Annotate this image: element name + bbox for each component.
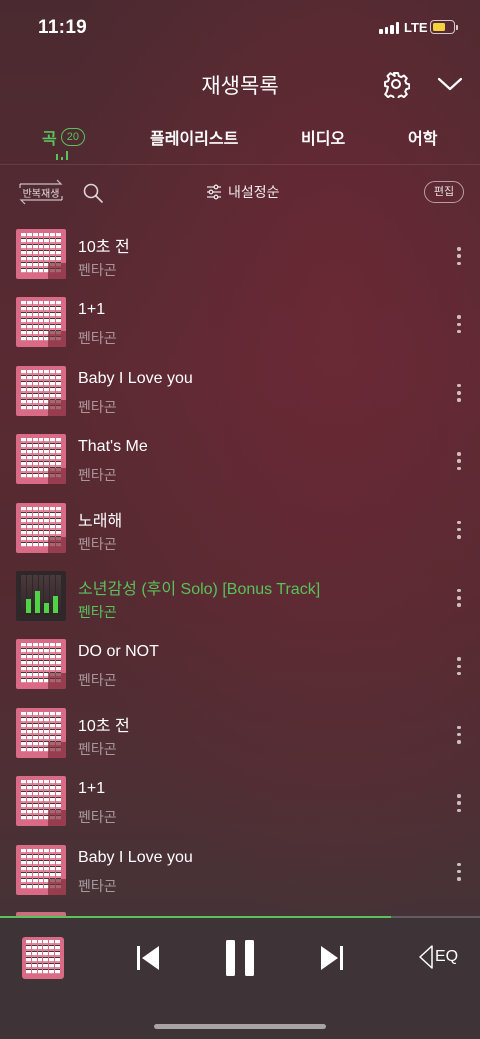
track-artist: 펜타곤: [78, 262, 117, 278]
track-title: Baby I Love you: [78, 369, 193, 387]
track-title: 1+1: [78, 301, 106, 319]
more-options-icon[interactable]: [456, 383, 462, 402]
list-toolbar: 반복재생 내설정순 편집: [0, 172, 480, 212]
next-icon[interactable]: [316, 942, 348, 974]
album-art: [16, 365, 66, 416]
more-options-icon[interactable]: [456, 588, 462, 607]
track-row[interactable]: 10초 전 펜타곤: [0, 220, 480, 288]
track-artist: 펜타곤: [78, 809, 117, 826]
player-album-art[interactable]: [22, 937, 64, 979]
edit-button[interactable]: 편집: [424, 181, 464, 203]
tab-video[interactable]: 비디오: [301, 125, 345, 149]
track-row[interactable]: 1+1 펜타곤: [0, 767, 480, 835]
status-time: 11:19: [38, 17, 88, 38]
track-title: Baby I Love you: [78, 848, 193, 866]
track-artist: 펜타곤: [78, 740, 117, 757]
album-art: [16, 297, 66, 348]
tab-song[interactable]: 곡 20: [42, 125, 85, 149]
track-artist: 펜타곤: [78, 535, 117, 552]
playing-bars-icon: [26, 590, 58, 613]
track-row[interactable]: Baby I Love you 펜타곤: [0, 836, 480, 904]
track-artist: 펜타곤: [78, 672, 117, 689]
eq-label: EQ: [435, 948, 459, 965]
tab-divider: [0, 164, 480, 165]
sort-sliders-icon: [207, 184, 221, 200]
album-art: [16, 229, 66, 279]
search-icon[interactable]: [82, 182, 104, 204]
track-artist: 펜타곤: [78, 467, 117, 484]
album-art-playing: [16, 570, 66, 621]
album-art: [16, 707, 66, 758]
tab-language[interactable]: 어학: [408, 125, 437, 149]
track-row[interactable]: Baby I Love you 펜타곤: [0, 357, 480, 425]
network-label: LTE: [404, 20, 428, 35]
tab-playlist[interactable]: 플레이리스트: [150, 125, 238, 149]
mini-player: EQ: [0, 916, 480, 1039]
song-count-badge: 20: [60, 128, 85, 146]
track-title: That's Me: [78, 438, 148, 456]
signal-icon: [379, 22, 399, 34]
album-art: [16, 776, 66, 827]
album-art: [16, 639, 66, 690]
track-title: 노래해: [78, 512, 123, 530]
pause-icon[interactable]: [222, 938, 258, 978]
track-title: 1+1: [78, 780, 106, 798]
more-options-icon[interactable]: [456, 452, 462, 471]
track-artist: 펜타곤: [78, 877, 117, 894]
tab-bar: 곡 20 플레이리스트 비디오 어학: [0, 120, 480, 164]
more-options-icon[interactable]: [456, 520, 462, 539]
repeat-button[interactable]: 반복재생: [16, 177, 66, 207]
track-row[interactable]: 1+1 펜타곤: [0, 288, 480, 356]
track-title: 10초 전: [78, 717, 130, 735]
track-artist: 펜타곤: [78, 330, 117, 347]
track-row[interactable]: 노래해 펜타곤: [0, 494, 480, 562]
header: 재생목록: [0, 60, 480, 110]
progress-fill: [0, 916, 392, 918]
eq-button[interactable]: EQ: [418, 942, 462, 972]
more-options-icon[interactable]: [456, 657, 462, 676]
more-options-icon[interactable]: [456, 725, 462, 744]
track-title: 소년감성 (후이 Solo) [Bonus Track]: [78, 580, 321, 598]
progress-bar[interactable]: [0, 916, 480, 918]
equalizer-indicator-icon: [56, 150, 68, 160]
more-options-icon[interactable]: [456, 247, 462, 265]
track-title: 10초 전: [78, 239, 130, 256]
home-indicator: [154, 1024, 326, 1029]
track-list: 10초 전 펜타곤 1+1 펜타곤 Baby I Love you 펜타곤 Th…: [0, 220, 480, 904]
more-options-icon[interactable]: [456, 315, 462, 334]
battery-icon: [430, 20, 458, 34]
repeat-label: 반복재생: [22, 189, 60, 200]
gear-icon[interactable]: [382, 70, 410, 98]
track-row-now-playing[interactable]: 소년감성 (후이 Solo) [Bonus Track] 펜타곤: [0, 562, 480, 630]
album-art: [16, 844, 66, 895]
status-bar: 11:19 LTE: [0, 0, 480, 56]
chevron-down-icon[interactable]: [436, 72, 464, 96]
sort-button[interactable]: 내설정순: [206, 182, 280, 202]
more-options-icon[interactable]: [456, 862, 462, 881]
previous-icon[interactable]: [132, 942, 164, 974]
sort-label: 내설정순: [228, 184, 280, 200]
track-row[interactable]: DO or NOT 펜타곤: [0, 630, 480, 698]
track-artist: 펜타곤: [78, 603, 117, 620]
track-row[interactable]: 10초 전 펜타곤: [0, 699, 480, 767]
track-artist: 펜타곤: [78, 398, 117, 415]
track-title: DO or NOT: [78, 643, 159, 661]
album-art: [16, 434, 66, 485]
more-options-icon[interactable]: [456, 794, 462, 813]
album-art: [16, 502, 66, 553]
track-row[interactable]: That's Me 펜타곤: [0, 425, 480, 493]
tab-song-label: 곡: [42, 131, 57, 148]
